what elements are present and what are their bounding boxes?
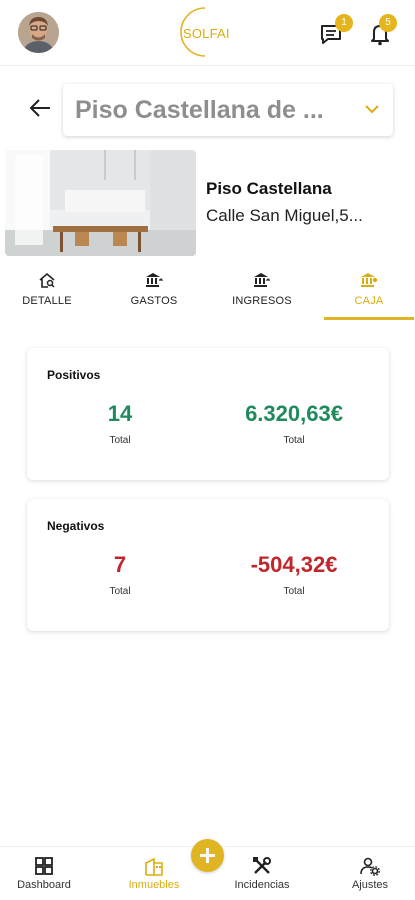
tab-ingresos[interactable]: INGRESOS	[215, 265, 309, 321]
tab-caja[interactable]: CAJA	[324, 265, 414, 321]
avatar[interactable]	[18, 12, 59, 53]
negativos-amount: -504,32€	[250, 552, 338, 577]
positivos-title: Positivos	[47, 368, 101, 382]
tab-label: GASTOS	[130, 295, 178, 307]
notifications-badge: 5	[379, 14, 397, 32]
bank-cash-icon	[361, 273, 378, 287]
messages-badge: 1	[335, 14, 353, 32]
building-icon	[145, 857, 163, 876]
property-selector-value: Piso Castellana de ...	[75, 96, 324, 124]
tab-detalle[interactable]: DETALLE	[0, 265, 94, 321]
back-button[interactable]	[26, 93, 56, 123]
nav-ajustes[interactable]: Ajustes	[326, 847, 414, 900]
positivos-amount-label: Total	[283, 435, 305, 446]
nav-inmuebles[interactable]: Inmuebles	[110, 847, 198, 900]
negativos-title: Negativos	[47, 519, 105, 533]
nav-dashboard[interactable]: Dashboard	[0, 847, 88, 900]
tab-gastos[interactable]: GASTOS	[107, 265, 201, 321]
property-photo[interactable]	[5, 150, 196, 256]
plus-icon	[200, 848, 215, 863]
property-address: Calle San Miguel,5...	[206, 206, 363, 225]
negativos-amount-label: Total	[283, 586, 305, 597]
bank-in-icon	[254, 273, 270, 287]
tab-label: DETALLE	[22, 295, 72, 307]
arrow-left-icon	[29, 99, 50, 117]
tab-label: INGRESOS	[232, 295, 292, 307]
logo-text: SOLFAI	[183, 26, 230, 41]
bank-out-icon	[146, 273, 163, 287]
negativos-count-label: Total	[109, 586, 131, 597]
nav-label: Dashboard	[17, 879, 71, 891]
nav-label: Incidencias	[234, 879, 290, 891]
property-selector[interactable]: Piso Castellana de ...	[63, 84, 393, 136]
negativos-count: 7	[113, 552, 127, 577]
property-name: Piso Castellana	[206, 179, 332, 198]
nav-label: Inmuebles	[128, 879, 180, 891]
active-tab-indicator	[324, 317, 414, 320]
house-search-icon	[39, 272, 55, 288]
top-header: SOLFAI 1 5	[0, 0, 415, 66]
positivos-count: 14	[107, 401, 133, 426]
property-tabs: DETALLE GASTOS INGRESOS CAJA	[0, 265, 415, 321]
positivos-card: Positivos 14 Total 6.320,63€ Total	[27, 348, 389, 480]
negativos-card: Negativos 7 Total -504,32€ Total	[27, 499, 389, 631]
positivos-count-label: Total	[109, 435, 131, 446]
positivos-amount: 6.320,63€	[245, 401, 343, 426]
dashboard-icon	[35, 857, 53, 875]
tab-label: CAJA	[354, 295, 384, 307]
add-button[interactable]	[191, 839, 224, 872]
tools-icon	[253, 857, 271, 874]
nav-label: Ajustes	[351, 879, 389, 891]
chevron-down-icon	[365, 105, 379, 114]
nav-incidencias[interactable]: Incidencias	[218, 847, 306, 900]
user-settings-icon	[360, 857, 380, 876]
